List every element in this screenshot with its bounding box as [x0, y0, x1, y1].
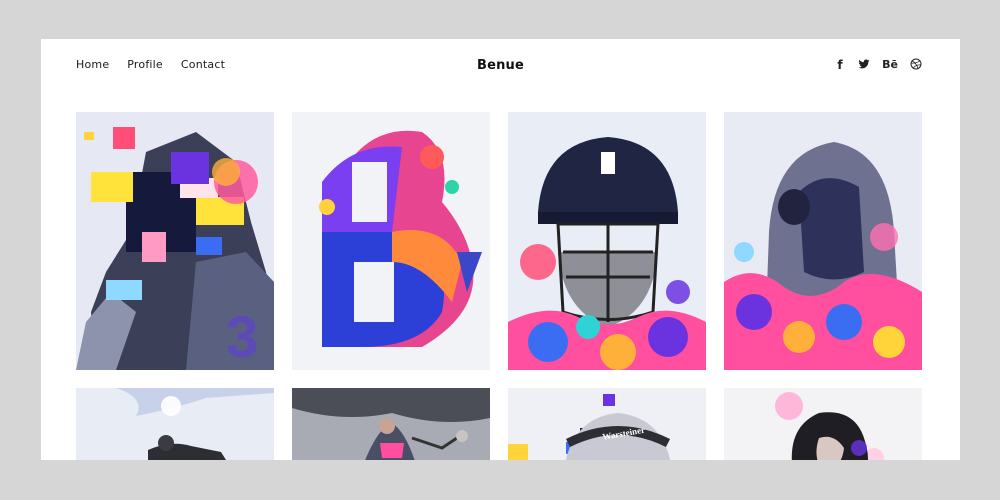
artwork-cricket-helmet-image — [508, 112, 706, 370]
site-logo[interactable]: Benue — [41, 58, 960, 73]
twitter-icon[interactable] — [858, 58, 870, 72]
gallery-item-6[interactable] — [292, 388, 490, 460]
dribbble-icon[interactable] — [910, 58, 922, 72]
artwork-cyclist-helmet-image: Warsteiner — [508, 388, 706, 460]
behance-icon[interactable]: Bē — [882, 58, 898, 72]
gallery-item-1[interactable]: 3 — [76, 112, 274, 370]
artwork-glitch-portrait-image: 3 — [76, 112, 274, 370]
social-links: f Bē — [834, 58, 922, 72]
artwork-paint-letter-b-image — [292, 112, 490, 370]
artwork-hooded-figure-image — [724, 112, 922, 370]
gallery-item-7[interactable]: Warsteiner — [508, 388, 706, 460]
svg-text:3: 3 — [226, 305, 258, 370]
artwork-woman-portrait-image — [724, 388, 922, 460]
gallery-item-3[interactable] — [508, 112, 706, 370]
facebook-icon[interactable]: f — [834, 58, 846, 72]
artwork-tennis-player-image — [292, 388, 490, 460]
gallery-item-8[interactable] — [724, 388, 922, 460]
artwork-lying-figure-image — [76, 388, 274, 460]
page-card: Home Profile Contact Benue f Bē 3 Warste… — [41, 39, 960, 460]
gallery-item-4[interactable] — [724, 112, 922, 370]
gallery-item-5[interactable] — [76, 388, 274, 460]
gallery-item-2[interactable] — [292, 112, 490, 370]
